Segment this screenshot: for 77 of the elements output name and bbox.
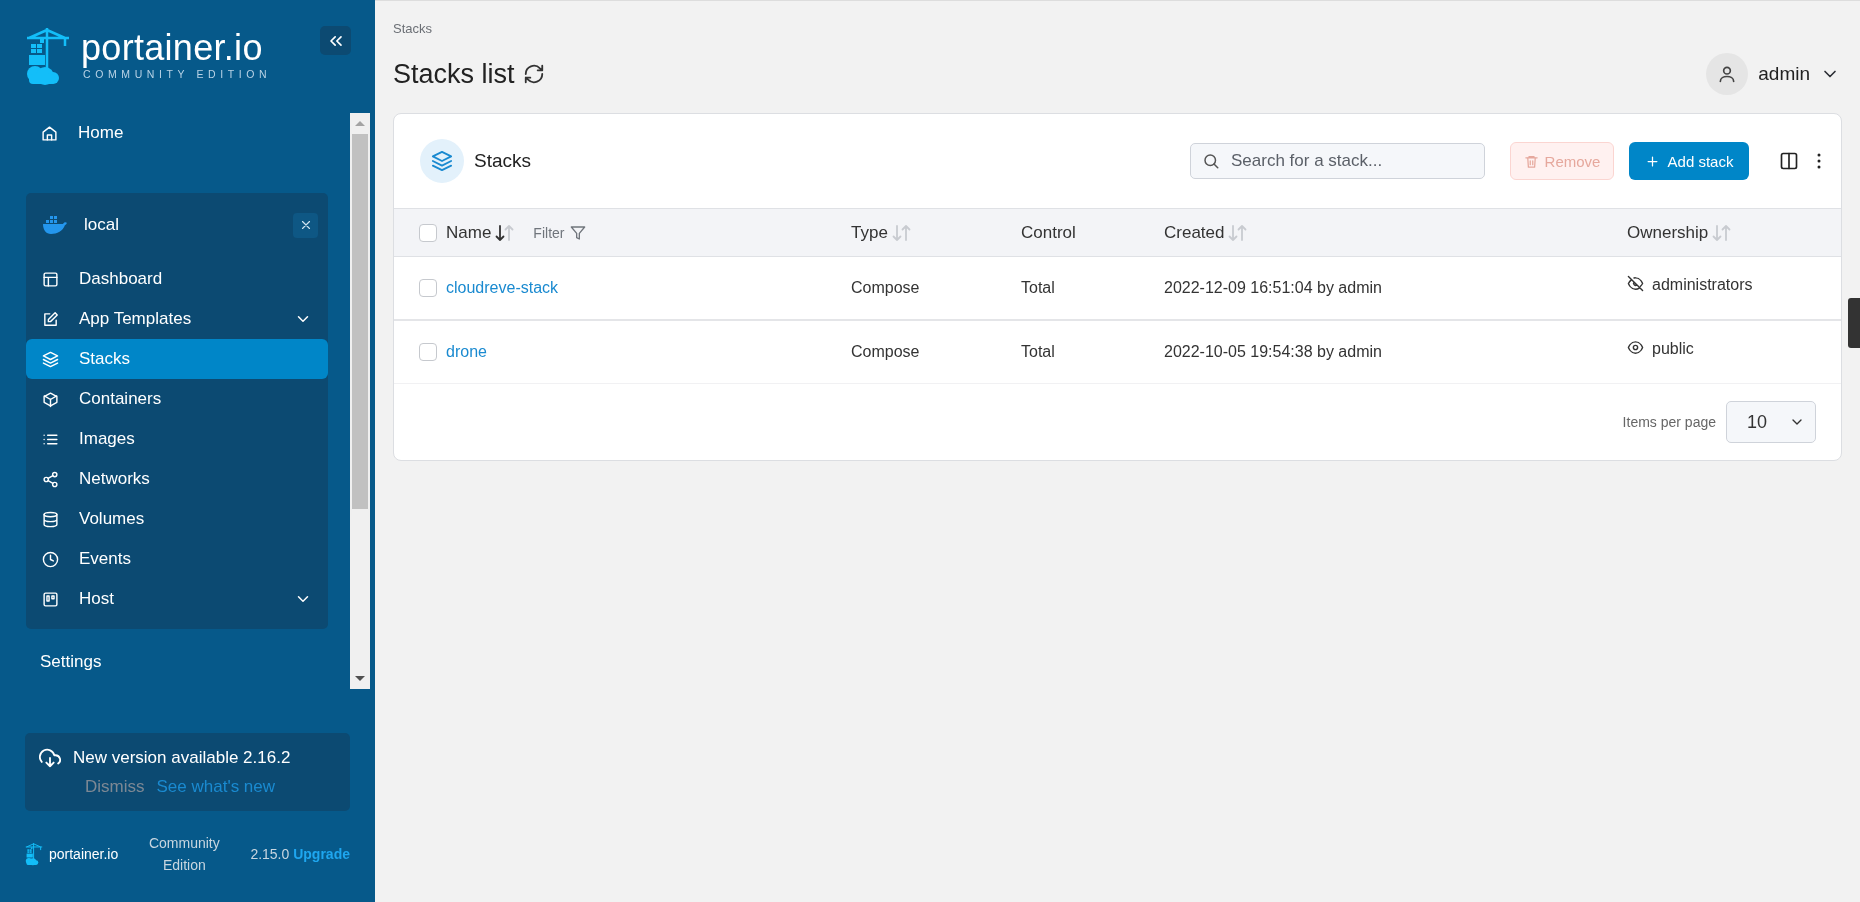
whale-icon xyxy=(42,215,68,235)
layers-icon xyxy=(42,350,59,368)
sort-icon[interactable] xyxy=(891,223,912,242)
home-icon xyxy=(41,124,58,142)
search-icon xyxy=(1202,152,1220,170)
nav-item[interactable]: Dashboard xyxy=(26,259,328,299)
table-cell: Total xyxy=(1021,343,1055,360)
table-cell: public xyxy=(1652,340,1694,358)
filter-button[interactable]: Filter xyxy=(533,224,587,241)
version-label: 2.15.0 xyxy=(250,846,290,862)
nav-item[interactable]: Networks xyxy=(26,459,328,499)
select-all-checkbox[interactable] xyxy=(419,223,437,242)
page-title: Stacks list xyxy=(393,58,515,90)
nav-item[interactable]: Events xyxy=(26,539,328,579)
nav-item[interactable]: Images xyxy=(26,419,328,459)
logo-name: portainer.io xyxy=(81,30,264,66)
breadcrumb[interactable]: Stacks xyxy=(393,21,1842,36)
columns-icon xyxy=(1779,151,1799,171)
eye-off-icon xyxy=(1627,274,1644,292)
close-environment-button[interactable] xyxy=(293,212,318,238)
environment-name: local xyxy=(84,215,119,235)
home-link[interactable]: Home xyxy=(26,113,350,153)
logo-icon xyxy=(25,841,43,867)
sort-descending-icon[interactable] xyxy=(495,223,516,242)
logo-edition: COMMUNITY EDITION xyxy=(83,68,272,80)
column-header[interactable]: Ownership xyxy=(1627,222,1709,243)
database-icon xyxy=(42,510,59,528)
eye-icon xyxy=(1627,338,1644,356)
row-checkbox[interactable] xyxy=(419,343,437,361)
nav-item[interactable]: Volumes xyxy=(26,499,328,539)
stack-name-link[interactable]: cloudreve-stack xyxy=(446,279,559,296)
items-per-page-label: Items per page xyxy=(1622,414,1716,430)
footer-brand: portainer.io xyxy=(49,846,119,862)
cube-icon xyxy=(42,390,59,408)
table-cell: Compose xyxy=(851,279,920,296)
table-cell: Compose xyxy=(851,343,920,360)
section-heading: Settings xyxy=(40,651,102,673)
layout-icon xyxy=(42,270,59,288)
items-per-page-select[interactable]: 10 xyxy=(1726,401,1816,443)
filter-icon xyxy=(570,224,587,241)
refresh-icon xyxy=(522,63,545,85)
edit-icon xyxy=(42,310,59,328)
add-stack-button[interactable]: Add stack xyxy=(1629,142,1749,180)
update-message: New version available 2.16.2 xyxy=(73,748,291,768)
column-header[interactable]: Name xyxy=(446,222,492,243)
user-avatar[interactable] xyxy=(1706,53,1749,95)
table-cell: 2022-10-05 19:54:38 by admin xyxy=(1164,343,1382,360)
nav-item[interactable]: App Templates xyxy=(26,299,328,339)
column-header[interactable]: Control xyxy=(1021,222,1076,243)
more-icon[interactable] xyxy=(1817,153,1821,169)
edition-label: Community Edition xyxy=(147,834,221,875)
table-cell: administrators xyxy=(1652,276,1753,294)
table-cell: Total xyxy=(1021,279,1055,296)
logo-icon xyxy=(25,26,71,86)
sort-icon[interactable] xyxy=(1228,223,1249,242)
table-cell: 2022-12-09 16:51:04 by admin xyxy=(1164,279,1382,296)
cloud-download-icon xyxy=(39,747,61,769)
card-title: Stacks xyxy=(474,150,532,172)
row-checkbox[interactable] xyxy=(419,279,437,297)
nav-item[interactable]: Containers xyxy=(26,379,328,419)
column-header[interactable]: Created xyxy=(1164,222,1225,243)
trash-icon xyxy=(1523,153,1539,169)
share-icon xyxy=(42,470,59,488)
nav-item[interactable]: Host xyxy=(26,579,328,619)
user-name[interactable]: admin xyxy=(1758,63,1810,85)
nav-item[interactable]: Stacks xyxy=(26,339,328,379)
board-icon xyxy=(42,590,59,608)
stack-name-link[interactable]: drone xyxy=(446,343,487,360)
layers-icon xyxy=(431,150,453,172)
plus-icon xyxy=(1644,153,1660,169)
clock-icon xyxy=(42,550,59,568)
search-field[interactable]: Search for a stack... xyxy=(1190,143,1485,179)
scrollbar[interactable] xyxy=(350,113,370,689)
sort-icon[interactable] xyxy=(1712,223,1733,242)
column-header[interactable]: Type xyxy=(851,222,888,243)
collapse-sidebar-button[interactable] xyxy=(320,26,351,55)
side-handle[interactable] xyxy=(1848,298,1860,348)
